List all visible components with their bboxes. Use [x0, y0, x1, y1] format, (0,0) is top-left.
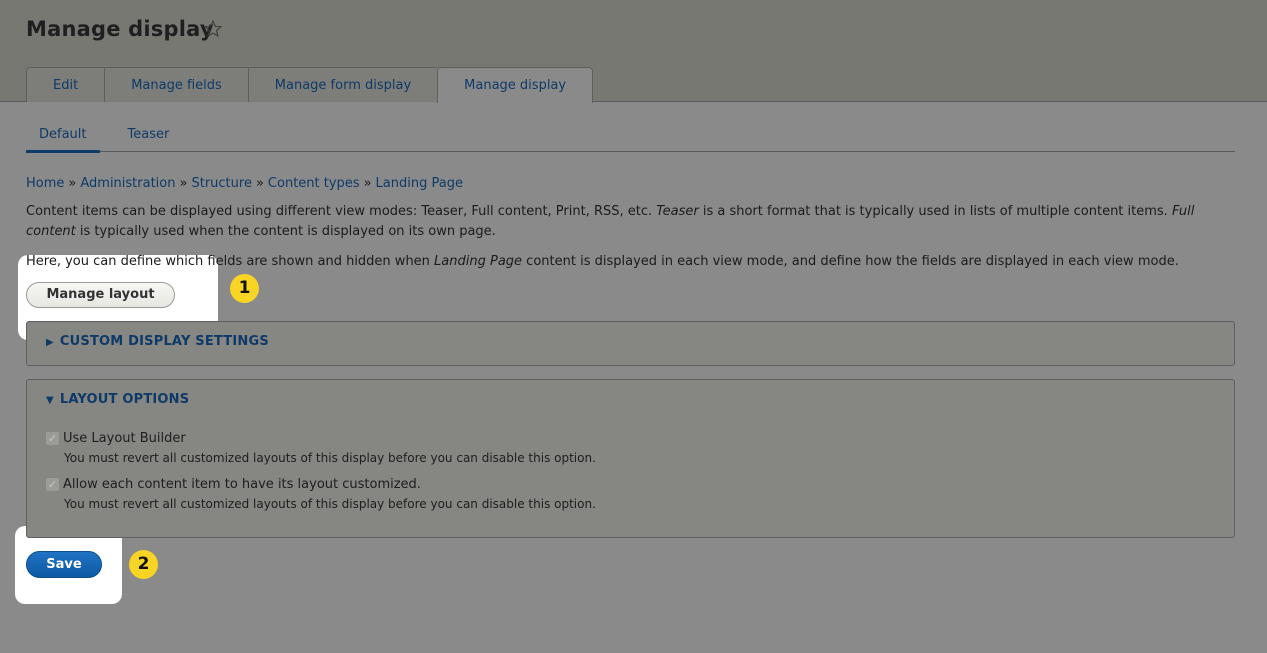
secondary-tabs: Default Teaser [26, 118, 1235, 153]
breadcrumb-separator: » [68, 176, 77, 191]
section-label: Layout options [59, 392, 190, 407]
description-text: is a short format that is typically used… [698, 204, 1172, 219]
use-layout-builder-label: Use Layout Builder [63, 431, 186, 446]
description-text: content is displayed in each view mode, … [522, 254, 1179, 269]
tab-edit[interactable]: Edit [26, 67, 105, 102]
allow-custom-layout-help: You must revert all customized layouts o… [64, 497, 596, 511]
tab-manage-form-display[interactable]: Manage form display [247, 67, 438, 102]
save-button[interactable]: Save [26, 551, 102, 578]
view-modes-description: Content items can be displayed using dif… [26, 202, 1241, 242]
step-marker-1: 1 [230, 274, 259, 303]
tab-manage-display[interactable]: Manage display [437, 67, 594, 103]
manage-layout-button[interactable]: Manage layout [26, 282, 175, 308]
allow-custom-layout-checkbox[interactable]: ✓ [46, 478, 59, 491]
description-emphasis: Teaser [656, 204, 699, 219]
breadcrumb-content-types[interactable]: Content types [268, 176, 360, 191]
layout-options-section: ▼ Layout options ✓ Use Layout Builder You… [26, 379, 1235, 538]
triangle-right-icon: ▶ [46, 337, 54, 348]
custom-display-settings-section: ▶ Custom display settings [26, 321, 1235, 366]
description-text: is typically used when the content is di… [75, 224, 496, 239]
tab-default[interactable]: Default [26, 118, 100, 153]
tab-manage-fields[interactable]: Manage fields [104, 67, 248, 102]
section-label: Custom display settings [59, 334, 269, 349]
primary-tabs: Edit Manage fields Manage form display M… [26, 67, 594, 103]
description-text: Here, you can define which fields are sh… [26, 254, 435, 269]
breadcrumb-administration[interactable]: Administration [80, 176, 175, 191]
page-header: Manage display Edit Manage fields Manage… [0, 0, 1267, 103]
triangle-down-icon: ▼ [46, 395, 54, 406]
breadcrumb: Home» Administration» Structure» Content ty… [26, 176, 463, 191]
fields-description: Here, you can define which fields are sh… [26, 253, 1241, 271]
custom-display-settings-toggle[interactable]: ▶ Custom display settings [46, 334, 269, 349]
star-outline-icon[interactable] [203, 19, 223, 39]
breadcrumb-separator: » [363, 176, 372, 191]
breadcrumb-separator: » [179, 176, 188, 191]
breadcrumb-landing-page[interactable]: Landing Page [376, 176, 463, 191]
tab-teaser[interactable]: Teaser [115, 118, 183, 152]
description-emphasis: Landing Page [434, 254, 523, 269]
breadcrumb-separator: » [255, 176, 264, 191]
breadcrumb-structure[interactable]: Structure [191, 176, 251, 191]
description-text: Content items can be displayed using dif… [26, 204, 657, 219]
layout-options-toggle[interactable]: ▼ Layout options [46, 392, 189, 407]
use-layout-builder-help: You must revert all customized layouts o… [64, 451, 596, 465]
page-title: Manage display [26, 17, 214, 41]
step-marker-2: 2 [129, 550, 158, 579]
allow-custom-layout-label: Allow each content item to have its layo… [63, 477, 421, 492]
use-layout-builder-checkbox[interactable]: ✓ [46, 432, 59, 445]
breadcrumb-home[interactable]: Home [26, 176, 64, 191]
